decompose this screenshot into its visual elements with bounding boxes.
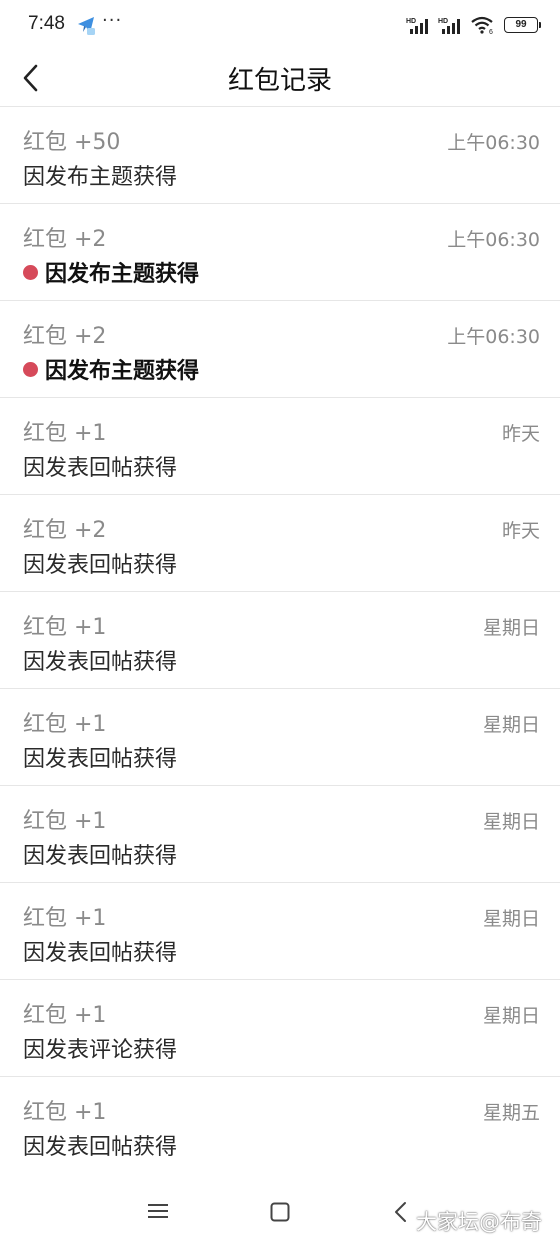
- record-reason: 因发布主题获得: [23, 165, 178, 190]
- status-indicators: HD HD 6 99: [406, 15, 541, 35]
- menu-icon[interactable]: [147, 1202, 169, 1220]
- record-reason: 因发表回帖获得: [23, 1135, 178, 1160]
- record-list: 红包 +50 上午06:30 因发布主题获得 红包 +2 上午06:30 因发布主题获得红…: [0, 107, 560, 1174]
- record-reason-row: 因发表回帖获得: [23, 935, 177, 967]
- record-reason-row: 因发布主题获得: [23, 159, 177, 191]
- record-amount: 红包 +1: [23, 1003, 107, 1028]
- title-bar: 红包记录: [0, 50, 560, 107]
- record-time: 昨天: [501, 520, 540, 542]
- nav-back-icon[interactable]: [392, 1200, 410, 1224]
- record-amount: 红包 +1: [23, 615, 107, 640]
- record-time: 星期五: [482, 1102, 540, 1124]
- more-notifications-icon: ···: [102, 10, 123, 31]
- record-item[interactable]: 红包 +2 上午06:30 因发布主题获得: [0, 204, 560, 301]
- record-reason-row: 因发布主题获得: [23, 256, 199, 288]
- record-reason: 因发表回帖获得: [23, 650, 178, 675]
- record-time: 星期日: [482, 811, 540, 833]
- record-reason: 因发布主题获得: [45, 262, 200, 287]
- record-time: 上午06:30: [447, 229, 540, 251]
- record-time: 星期日: [482, 908, 540, 930]
- record-amount: 红包 +1: [23, 1100, 107, 1125]
- record-reason: 因发表回帖获得: [23, 941, 178, 966]
- record-reason: 因发表评论获得: [23, 1038, 178, 1063]
- svg-text:HD: HD: [406, 18, 416, 25]
- record-time: 星期日: [482, 617, 540, 639]
- record-item[interactable]: 红包 +1 星期五因发表回帖获得: [0, 1077, 560, 1174]
- navigation-bar: 大家坛@布奇: [0, 1170, 560, 1244]
- record-reason: 因发布主题获得: [45, 359, 200, 384]
- record-amount: 红包 +2: [23, 518, 107, 543]
- record-reason-row: 因发表回帖获得: [23, 1129, 177, 1161]
- record-item[interactable]: 红包 +1 星期日因发表回帖获得: [0, 689, 560, 786]
- svg-text:HD: HD: [438, 18, 448, 25]
- status-bar: 7:48 ··· HD HD 6 99: [0, 0, 560, 50]
- record-amount: 红包 +1: [23, 712, 107, 737]
- record-reason-row: 因发表回帖获得: [23, 450, 177, 482]
- record-amount: 红包 +2: [23, 324, 107, 349]
- record-reason-row: 因发表回帖获得: [23, 547, 177, 579]
- record-item[interactable]: 红包 +1 星期日因发表回帖获得: [0, 883, 560, 980]
- unread-dot-icon: [23, 361, 38, 377]
- record-amount: 红包 +50: [23, 130, 121, 155]
- watermark: 大家坛@布奇: [416, 1210, 542, 1234]
- record-reason: 因发表回帖获得: [23, 747, 178, 772]
- record-time: 昨天: [501, 423, 540, 445]
- record-item[interactable]: 红包 +1 星期日因发表回帖获得: [0, 786, 560, 883]
- wifi-icon: 6: [471, 16, 493, 35]
- record-reason-row: 因发布主题获得: [23, 353, 199, 385]
- record-item[interactable]: 红包 +2 昨天因发表回帖获得: [0, 495, 560, 592]
- record-amount: 红包 +2: [23, 227, 107, 252]
- record-time: 星期日: [482, 1005, 540, 1027]
- svg-text:6: 6: [489, 29, 493, 35]
- record-time: 星期日: [482, 714, 540, 736]
- telegram-icon: [78, 17, 95, 35]
- status-time: 7:48: [28, 13, 65, 34]
- record-item[interactable]: 红包 +1 星期日因发表评论获得: [0, 980, 560, 1077]
- record-reason: 因发表回帖获得: [23, 553, 178, 578]
- screen: 7:48 ··· HD HD 6 99 红包记录 红包 +50 上午06:30 …: [0, 0, 560, 1244]
- record-item[interactable]: 红包 +50 上午06:30 因发布主题获得: [0, 107, 560, 204]
- record-time: 上午06:30: [447, 326, 540, 348]
- record-item[interactable]: 红包 +1 昨天因发表回帖获得: [0, 398, 560, 495]
- record-item[interactable]: 红包 +1 星期日因发表回帖获得: [0, 592, 560, 689]
- record-reason-row: 因发表评论获得: [23, 1032, 177, 1064]
- record-amount: 红包 +1: [23, 906, 107, 931]
- record-amount: 红包 +1: [23, 809, 107, 834]
- battery-indicator: 99: [504, 17, 541, 33]
- signal-hd-icon-2: HD: [438, 18, 460, 34]
- record-reason: 因发表回帖获得: [23, 844, 178, 869]
- record-time: 上午06:30: [447, 132, 540, 154]
- record-reason: 因发表回帖获得: [23, 456, 178, 481]
- page-title: 红包记录: [227, 66, 332, 96]
- record-reason-row: 因发表回帖获得: [23, 644, 177, 676]
- record-item[interactable]: 红包 +2 上午06:30 因发布主题获得: [0, 301, 560, 398]
- unread-dot-icon: [23, 264, 38, 280]
- record-reason-row: 因发表回帖获得: [23, 838, 177, 870]
- record-amount: 红包 +1: [23, 421, 107, 446]
- record-reason-row: 因发表回帖获得: [23, 741, 177, 773]
- signal-hd-icon: HD: [406, 18, 428, 34]
- home-icon[interactable]: [270, 1202, 290, 1222]
